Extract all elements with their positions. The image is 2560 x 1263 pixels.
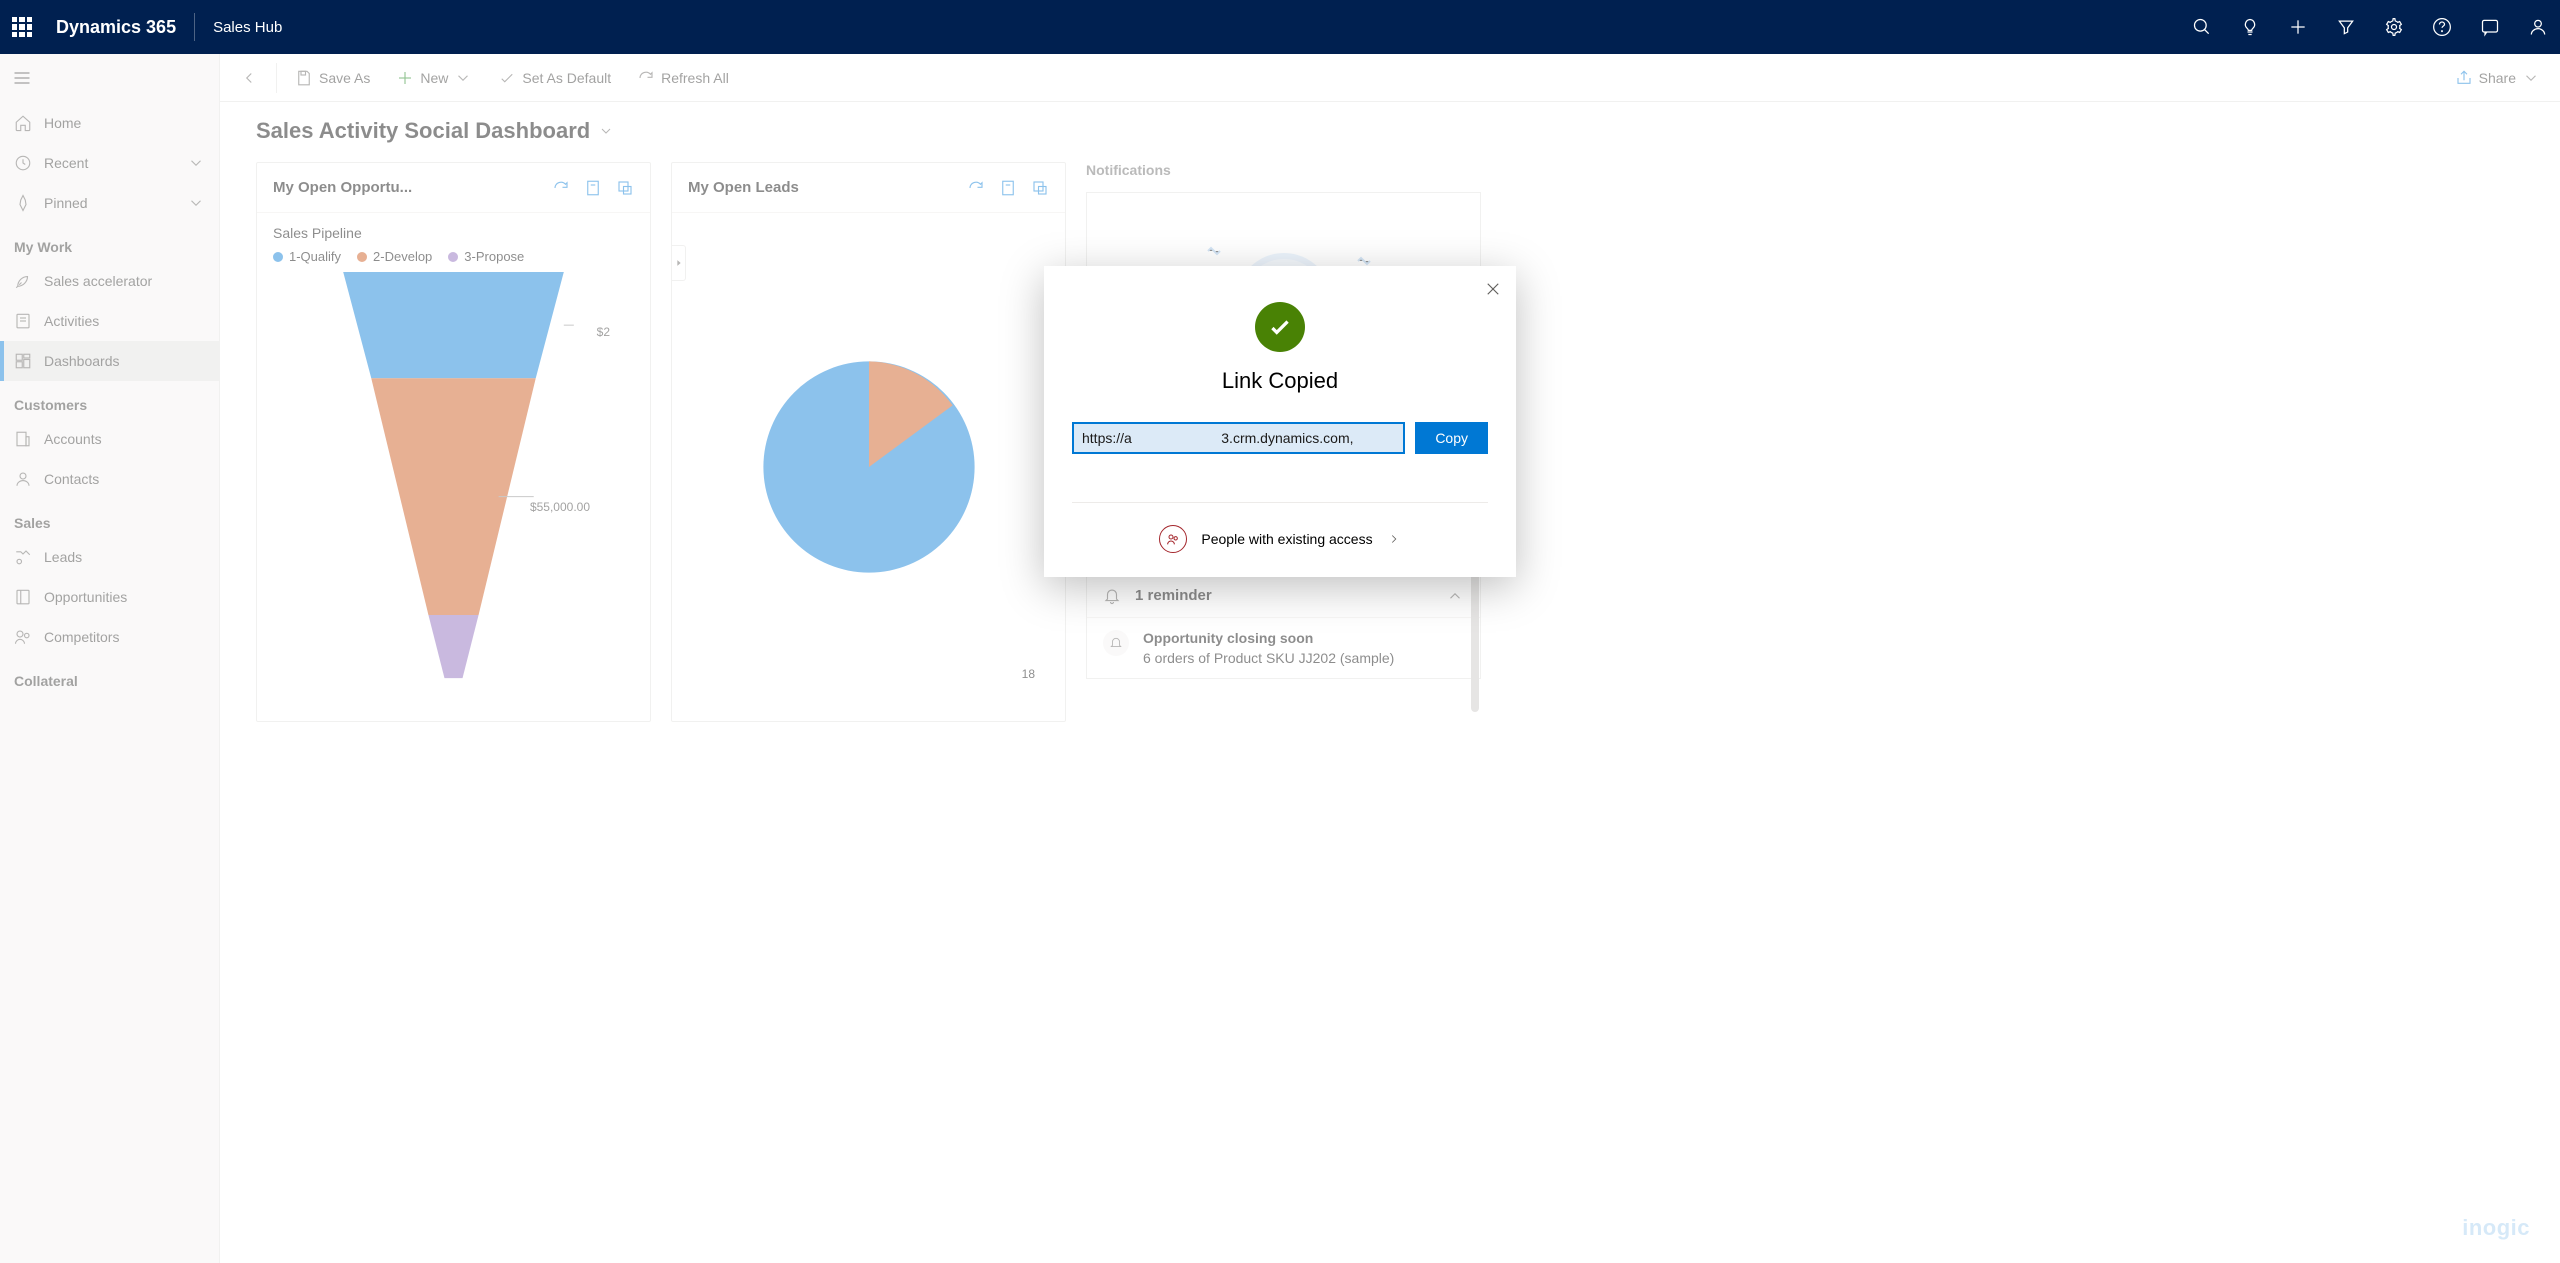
- filter-icon[interactable]: [2336, 17, 2356, 37]
- share-url-input[interactable]: [1072, 422, 1405, 454]
- gear-icon[interactable]: [2384, 17, 2404, 37]
- app-launcher-icon[interactable]: [12, 17, 32, 37]
- chevron-right-icon: [1387, 532, 1401, 546]
- divider: [194, 13, 195, 41]
- access-row[interactable]: People with existing access: [1072, 502, 1488, 553]
- product-brand: Dynamics 365: [56, 17, 176, 38]
- search-icon[interactable]: [2192, 17, 2212, 37]
- modal-title: Link Copied: [1072, 368, 1488, 394]
- people-icon: [1159, 525, 1187, 553]
- global-icon-bar: [2192, 17, 2548, 37]
- help-icon[interactable]: [2432, 17, 2452, 37]
- global-nav-bar: Dynamics 365 Sales Hub: [0, 0, 2560, 54]
- app-name: Sales Hub: [213, 19, 282, 36]
- close-button[interactable]: [1484, 280, 1502, 301]
- access-label: People with existing access: [1201, 531, 1372, 547]
- copy-button[interactable]: Copy: [1415, 422, 1488, 454]
- chat-icon[interactable]: [2480, 17, 2500, 37]
- lightbulb-icon[interactable]: [2240, 17, 2260, 37]
- plus-icon[interactable]: [2288, 17, 2308, 37]
- link-copied-dialog: Link Copied Copy People with existing ac…: [1044, 266, 1516, 577]
- success-check-icon: [1255, 302, 1305, 352]
- person-icon[interactable]: [2528, 17, 2548, 37]
- modal-overlay: Link Copied Copy People with existing ac…: [0, 54, 2560, 1263]
